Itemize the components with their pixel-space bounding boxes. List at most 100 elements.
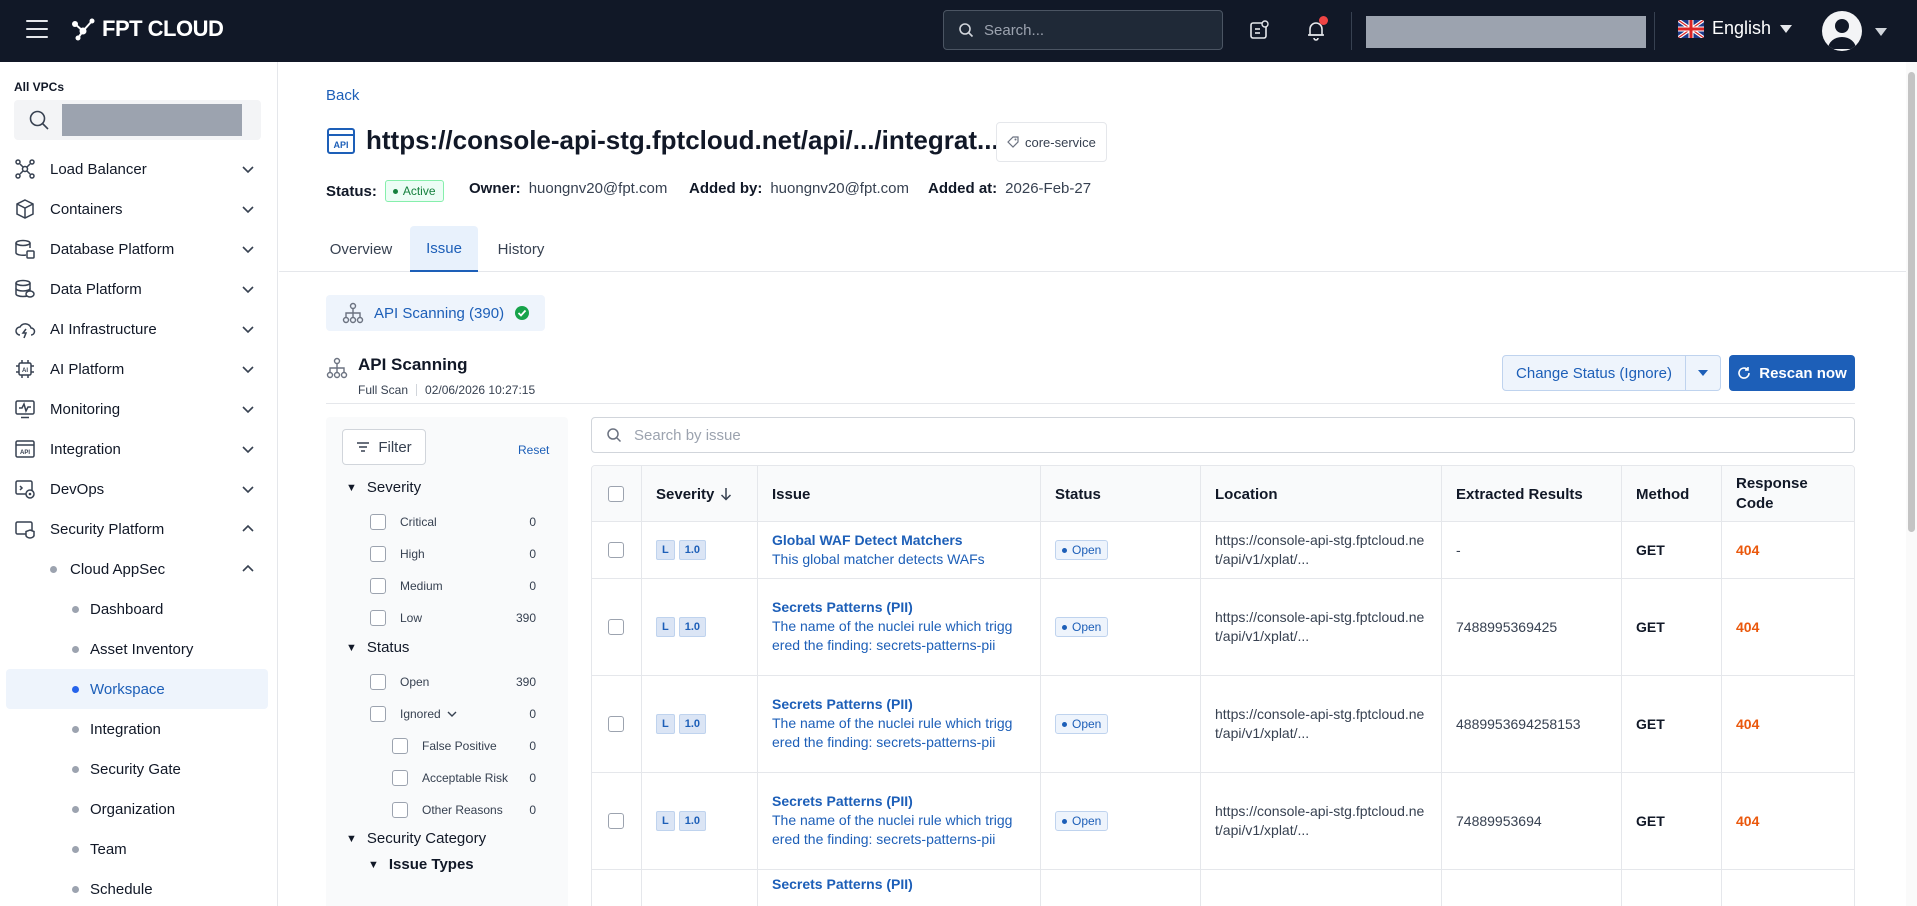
bell-icon[interactable] — [1304, 16, 1328, 42]
menu-icon[interactable] — [26, 20, 48, 38]
devops-icon — [15, 480, 35, 499]
notes-icon[interactable] — [1247, 18, 1271, 42]
checkbox[interactable] — [370, 546, 386, 562]
reset-link[interactable]: Reset — [518, 443, 549, 457]
checkbox[interactable] — [392, 802, 408, 818]
sidebar-item-organization[interactable]: Organization — [6, 789, 268, 829]
sidebar-item-security-platform[interactable]: Security Platform — [0, 509, 278, 549]
bullet-icon — [50, 565, 57, 573]
sidebar-item-workspace[interactable]: Workspace — [6, 669, 268, 709]
rescan-button[interactable]: Rescan now — [1729, 355, 1855, 391]
filter-group-severity[interactable]: ▼ Severity — [346, 479, 421, 496]
chevron-down-icon[interactable] — [447, 709, 457, 719]
sidebar-item-team[interactable]: Team — [6, 829, 268, 869]
chevron-up-icon — [242, 524, 254, 532]
tab-overview[interactable]: Overview — [321, 226, 401, 272]
change-status-dropdown[interactable] — [1686, 355, 1721, 391]
issue-title-link[interactable]: Secrets Patterns (PII) — [772, 876, 913, 892]
filter-option-medium: Medium 0 — [370, 576, 550, 596]
checkbox[interactable] — [370, 610, 386, 626]
sidebar-item-security-gate[interactable]: Security Gate — [6, 749, 268, 789]
severity-level: L — [656, 540, 675, 560]
location-text: https://console-api-stg.fptcloud.net/api… — [1215, 609, 1425, 644]
change-status-button[interactable]: Change Status (Ignore) — [1502, 355, 1686, 391]
header-severity[interactable]: Severity — [642, 466, 758, 522]
sidebar-item-schedule[interactable]: Schedule — [6, 869, 268, 906]
header-method: Method — [1622, 466, 1722, 522]
global-search-input[interactable] — [984, 21, 1204, 39]
sidebar-item-data-platform[interactable]: Data Platform — [0, 269, 278, 309]
sidebar-item-dashboard[interactable]: Dashboard — [6, 589, 268, 629]
scrollbar-thumb[interactable] — [1908, 72, 1915, 532]
table-row[interactable]: L 1.0 Secrets Patterns (PII) The name of t… — [592, 773, 1854, 870]
issue-title-link[interactable]: Global WAF Detect Matchers — [772, 532, 1017, 548]
header-issue: Issue — [758, 466, 1041, 522]
language-selector[interactable]: English — [1678, 18, 1793, 39]
sidebar-item-label: AI Infrastructure — [50, 320, 157, 338]
checkbox[interactable] — [392, 770, 408, 786]
redacted-project-selector[interactable] — [1366, 16, 1646, 48]
filter-group-status[interactable]: ▼ Status — [346, 639, 409, 656]
vpc-search[interactable] — [14, 100, 261, 140]
sidebar-item-integration-sub[interactable]: Integration — [6, 709, 268, 749]
brand-name: FPT CLOUD — [102, 16, 224, 41]
option-count: 0 — [529, 547, 536, 561]
tab-issue[interactable]: Issue — [410, 226, 478, 272]
filter-button[interactable]: Filter — [342, 429, 426, 465]
page-scrollbar[interactable] — [1906, 62, 1917, 906]
sidebar-item-containers[interactable]: Containers — [0, 189, 278, 229]
sidebar-group-cloud-appsec[interactable]: Cloud AppSec — [6, 549, 268, 589]
sidebar-item-load-balancer[interactable]: Load Balancer — [0, 149, 278, 189]
sidebar-item-ai-infrastructure[interactable]: AI Infrastructure — [0, 309, 278, 349]
status-meta: Status: Active — [326, 180, 444, 202]
issue-search-input[interactable] — [634, 426, 1734, 444]
brand-logo[interactable]: FPT CLOUD — [70, 16, 224, 42]
asset-tag: core-service — [996, 122, 1107, 162]
topbar-divider — [1654, 12, 1655, 50]
global-search[interactable] — [943, 10, 1223, 50]
sidebar-item-integration[interactable]: API Integration — [0, 429, 278, 469]
sidebar-item-devops[interactable]: DevOps — [0, 469, 278, 509]
status-badge: Open — [1055, 540, 1109, 560]
checkbox[interactable] — [370, 674, 386, 690]
issue-title-link[interactable]: Secrets Patterns (PII) — [772, 793, 1017, 809]
table-row[interactable]: L 1.0 Secrets Patterns (PII) The name of t… — [592, 676, 1854, 773]
issue-description: This global matcher detects WAFs — [772, 550, 985, 567]
select-all-checkbox[interactable] — [608, 486, 624, 502]
row-checkbox[interactable] — [608, 813, 624, 829]
filter-group-issue-types[interactable]: ▼ Issue Types — [368, 856, 474, 873]
table-row[interactable]: L 1.0 Global WAF Detect Matchers This glob… — [592, 522, 1854, 579]
checkbox[interactable] — [392, 738, 408, 754]
checkbox[interactable] — [370, 706, 386, 722]
sidebar-item-asset-inventory[interactable]: Asset Inventory — [6, 629, 268, 669]
method-cell: GET — [1622, 773, 1722, 869]
chevron-down-icon — [242, 366, 254, 374]
row-checkbox[interactable] — [608, 716, 624, 732]
checkbox[interactable] — [370, 578, 386, 594]
sort-arrow-icon[interactable] — [720, 487, 732, 501]
row-checkbox[interactable] — [608, 542, 624, 558]
row-checkbox[interactable] — [608, 619, 624, 635]
user-avatar[interactable] — [1822, 11, 1862, 51]
sidebar-item-ai-platform[interactable]: AI AI Platform — [0, 349, 278, 389]
filter-panel: Filter Reset ▼ Severity Critical 0 High 0 M… — [326, 417, 568, 906]
table-row[interactable]: Secrets Patterns (PII) — [592, 870, 1854, 906]
table-row[interactable]: L 1.0 Secrets Patterns (PII) The name of t… — [592, 579, 1854, 676]
account-caret-icon[interactable] — [1874, 24, 1888, 40]
sidebar-item-monitoring[interactable]: Monitoring — [0, 389, 278, 429]
filter-option-other-reasons: Other Reasons 0 — [392, 800, 550, 820]
sidebar-item-label: Schedule — [90, 880, 153, 898]
scan-type-chip[interactable]: API Scanning (390) — [326, 295, 545, 331]
user-icon — [1828, 19, 1856, 49]
tab-history[interactable]: History — [488, 226, 554, 272]
issue-search[interactable] — [591, 417, 1855, 453]
checkbox[interactable] — [370, 514, 386, 530]
chevron-down-icon — [242, 486, 254, 494]
filter-group-security-category[interactable]: ▼ Security Category — [346, 830, 486, 847]
filter-icon — [357, 442, 370, 452]
back-link[interactable]: Back — [326, 87, 359, 104]
bullet-icon — [72, 685, 79, 693]
issue-title-link[interactable]: Secrets Patterns (PII) — [772, 696, 1017, 712]
sidebar-item-database-platform[interactable]: Database Platform — [0, 229, 278, 269]
issue-title-link[interactable]: Secrets Patterns (PII) — [772, 599, 1017, 615]
